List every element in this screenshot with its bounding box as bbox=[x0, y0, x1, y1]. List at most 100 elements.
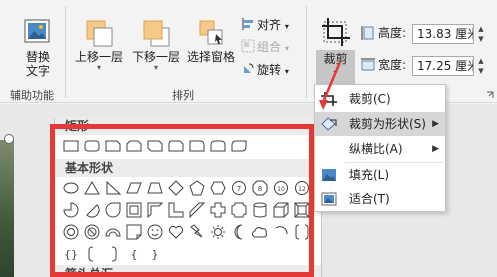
basic-shapes-row-1: 7 8 10 12 bbox=[63, 180, 310, 198]
snip-round-rectangle-shape[interactable] bbox=[168, 139, 184, 153]
size-dialog-launcher-icon[interactable] bbox=[486, 91, 494, 99]
frame-shape[interactable] bbox=[126, 202, 142, 218]
parallelogram-shape[interactable] bbox=[126, 180, 142, 196]
plaque-shape[interactable] bbox=[231, 202, 247, 218]
octagon-shape[interactable]: 8 bbox=[252, 180, 268, 196]
group-objects-icon bbox=[241, 39, 255, 53]
heart-shape[interactable] bbox=[168, 224, 184, 240]
slide-picture[interactable] bbox=[0, 140, 14, 277]
menu-item-fill[interactable]: 填充(L) bbox=[315, 163, 445, 187]
send-backward-button[interactable]: 下移一层 ▾ bbox=[129, 18, 183, 72]
moon-shape[interactable] bbox=[231, 224, 247, 240]
snip-corner-rectangle-shape[interactable] bbox=[105, 139, 121, 153]
no-symbol-shape[interactable] bbox=[84, 224, 100, 240]
left-brace-shape[interactable]: { bbox=[126, 246, 142, 262]
width-icon bbox=[361, 58, 375, 71]
group-button: 组合 ▾ bbox=[241, 38, 289, 56]
can-shape[interactable] bbox=[252, 202, 268, 218]
heptagon-shape[interactable]: 7 bbox=[231, 180, 247, 196]
rotate-button[interactable]: 旋转 ▾ bbox=[241, 61, 289, 79]
menu-item-crop-label: 裁剪(C) bbox=[349, 92, 391, 106]
height-icon bbox=[361, 26, 374, 40]
bring-forward-button[interactable]: 上移一层 ▾ bbox=[72, 18, 126, 72]
pentagon-shape[interactable] bbox=[189, 180, 205, 196]
svg-text:10: 10 bbox=[277, 186, 285, 193]
width-spinner[interactable]: ▲ ▼ bbox=[475, 56, 487, 76]
shapes-section-rectangles: 矩形 bbox=[55, 117, 321, 135]
group-separator bbox=[65, 6, 66, 98]
double-bracket-shape[interactable] bbox=[294, 224, 310, 240]
bring-forward-icon bbox=[86, 20, 113, 47]
teardrop-shape[interactable] bbox=[105, 202, 121, 218]
round-same-side-rectangle-shape[interactable] bbox=[210, 139, 226, 153]
fill-icon bbox=[322, 169, 336, 181]
align-label: 对齐 bbox=[257, 18, 282, 32]
crop-dropdown-menu: 裁剪(C) 裁剪为形状(S) ▶ 纵横比(A) ▶ 填充(L) 适合(T) bbox=[314, 84, 446, 212]
crop-button[interactable]: 裁剪 ▾ bbox=[316, 50, 355, 84]
donut-shape[interactable] bbox=[63, 224, 79, 240]
svg-text:{: { bbox=[131, 248, 138, 261]
double-brace-shape[interactable]: {} bbox=[63, 246, 79, 262]
folded-corner-shape[interactable] bbox=[126, 224, 142, 240]
l-shape[interactable] bbox=[168, 202, 184, 218]
triangle-shape[interactable] bbox=[84, 180, 100, 196]
menu-item-crop-to-shape[interactable]: 裁剪为形状(S) ▶ bbox=[315, 112, 445, 136]
chord-shape[interactable] bbox=[84, 202, 100, 218]
right-bracket-shape[interactable] bbox=[105, 246, 121, 262]
crop-button-top[interactable] bbox=[318, 16, 354, 50]
height-field[interactable]: 13.83 厘米 bbox=[412, 24, 474, 44]
svg-text:{}: {} bbox=[64, 248, 78, 261]
block-arc-shape[interactable] bbox=[105, 224, 121, 240]
width-field[interactable]: 17.25 厘米 bbox=[412, 56, 474, 76]
menu-item-aspect-ratio-label: 纵横比(A) bbox=[349, 142, 403, 156]
diamond-shape[interactable] bbox=[168, 180, 184, 196]
selection-pane-button[interactable]: 选择窗格 bbox=[184, 18, 238, 64]
snip-same-side-rectangle-shape[interactable] bbox=[126, 139, 142, 153]
oval-shape[interactable] bbox=[63, 180, 79, 196]
bevel-shape[interactable] bbox=[294, 202, 310, 218]
send-backward-label: 下移一层 bbox=[131, 50, 180, 64]
group-label: 组合 bbox=[257, 40, 282, 54]
menu-item-crop[interactable]: 裁剪(C) bbox=[315, 87, 445, 111]
rounded-rectangle-shape[interactable] bbox=[84, 139, 100, 153]
selection-handle[interactable] bbox=[4, 134, 14, 144]
trapezoid-shape[interactable] bbox=[147, 180, 163, 196]
partial-circle-shape[interactable] bbox=[63, 202, 79, 218]
snip-diagonal-rectangle-shape[interactable] bbox=[147, 139, 163, 153]
decagon-shape[interactable]: 10 bbox=[273, 180, 289, 196]
chevron-down-icon[interactable]: ▾ bbox=[129, 64, 183, 72]
chevron-down-icon[interactable]: ▾ bbox=[72, 64, 126, 72]
plus-shape[interactable] bbox=[210, 202, 226, 218]
basic-shapes-row-4: {} { } bbox=[63, 246, 163, 264]
rectangle-shape[interactable] bbox=[63, 139, 79, 153]
height-spinner[interactable]: ▲ ▼ bbox=[475, 24, 487, 44]
shapes-gallery: 矩形 基本形状 7 8 10 12 {} {} 箭头总汇 bbox=[54, 117, 322, 277]
round-single-corner-rectangle-shape[interactable] bbox=[189, 139, 205, 153]
round-diagonal-rectangle-shape[interactable] bbox=[231, 139, 247, 153]
align-button[interactable]: 对齐 ▾ bbox=[241, 16, 289, 34]
hexagon-shape[interactable] bbox=[210, 180, 226, 196]
alt-text-button[interactable]: 替换 文字 bbox=[22, 18, 54, 78]
left-bracket-shape[interactable] bbox=[84, 246, 100, 262]
shapes-section-arrows: 箭头总汇 bbox=[55, 265, 321, 277]
sun-shape[interactable] bbox=[210, 224, 226, 240]
crop-to-shape-icon bbox=[321, 117, 337, 131]
diagonal-stripe-shape[interactable] bbox=[189, 202, 205, 218]
basic-shapes-row-3 bbox=[63, 224, 310, 242]
right-triangle-shape[interactable] bbox=[105, 180, 121, 196]
menu-item-fit[interactable]: 适合(T) bbox=[315, 187, 445, 211]
lightning-bolt-shape[interactable] bbox=[189, 224, 205, 240]
smiley-face-shape[interactable] bbox=[147, 224, 163, 240]
dodecagon-shape[interactable]: 12 bbox=[294, 180, 310, 196]
menu-item-aspect-ratio[interactable]: 纵横比(A) ▶ bbox=[315, 137, 445, 161]
chevron-down-icon[interactable]: ▾ bbox=[316, 68, 355, 78]
height-label: 高度: bbox=[378, 26, 407, 40]
svg-text:}: } bbox=[152, 248, 159, 261]
half-frame-shape[interactable] bbox=[147, 202, 163, 218]
powerpoint-window: 替换 文字 辅助功能 上移一层 ▾ 下移一层 ▾ 选择窗格 对齐 ▾ 组合 ▾ … bbox=[0, 0, 497, 277]
accessibility-group-label: 辅助功能 bbox=[10, 89, 54, 102]
right-brace-shape[interactable]: } bbox=[147, 246, 163, 262]
cube-shape[interactable] bbox=[273, 202, 289, 218]
cloud-shape[interactable] bbox=[252, 224, 268, 240]
arc-shape[interactable] bbox=[273, 224, 289, 240]
